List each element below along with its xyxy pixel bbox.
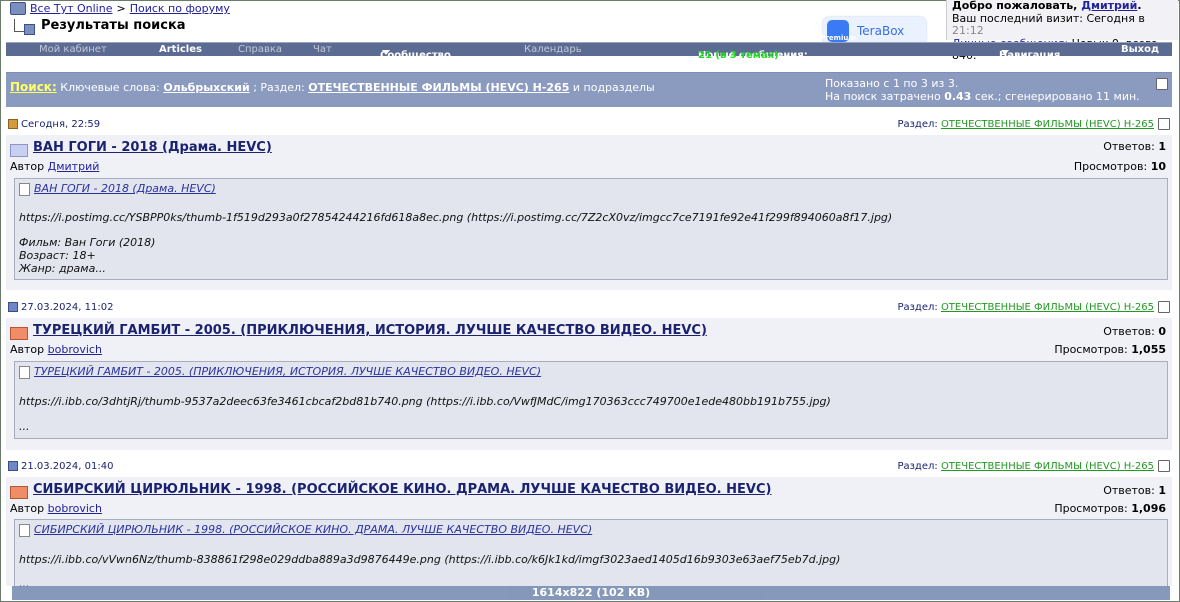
new-post-icon (8, 119, 18, 129)
post-card-1: ВАН ГОГИ - 2018 (Драма. HEVC) Автор Дмит… (6, 135, 1172, 290)
author-label: Автор (10, 502, 45, 515)
page-title: Результаты поиска (41, 18, 186, 33)
replies-count: 1 (1158, 484, 1166, 497)
hot-envelope-icon (10, 486, 28, 499)
section-label: ; Раздел: (253, 81, 305, 94)
replies-label: Ответов: (1103, 325, 1155, 338)
breadcrumb: Все Тут Online > Поиск по форуму Результ… (10, 2, 230, 35)
welcome-panel: Добро пожаловать, Дмитрий. Ваш последний… (946, 0, 1178, 62)
hot-envelope-icon (10, 327, 28, 340)
image-size-overlay: 1614x822 (102 KB) (12, 586, 1170, 600)
quote-line: Фильм: Ван Гоги (2018) (19, 236, 156, 249)
select-all-checkbox[interactable] (1156, 78, 1168, 90)
views-label: Просмотров: (1054, 343, 1128, 356)
post-meta-1: Сегодня, 22:59 Раздел: ОТЕЧЕСТВЕННЫЕ ФИЛ… (8, 118, 1172, 135)
nav-logout[interactable]: Выход (1121, 44, 1159, 55)
post-meta-2: 27.03.2024, 11:02 Раздел: ОТЕЧЕСТВЕННЫЕ … (8, 301, 1172, 318)
post-card-3: СИБИРСКИЙ ЦИРЮЛЬНИК - 1998. (РОССИЙСКОЕ … (6, 477, 1172, 590)
old-post-icon (8, 302, 18, 312)
post-select-checkbox[interactable] (1158, 301, 1170, 313)
quote-title-link[interactable]: СИБИРСКИЙ ЦИРЮЛЬНИК - 1998. (РОССИЙСКОЕ … (34, 523, 592, 536)
post-preview-quote: ТУРЕЦКИЙ ГАМБИТ - 2005. (ПРИКЛЮЧЕНИЯ, ИС… (14, 361, 1168, 439)
quote-line: https://i.ibb.co/3dhtjRj/thumb-9537a2dee… (19, 395, 831, 408)
post-select-checkbox[interactable] (1158, 460, 1170, 472)
post-title-link[interactable]: СИБИРСКИЙ ЦИРЮЛЬНИК - 1998. (РОССИЙСКОЕ … (33, 482, 771, 497)
author-label: Автор (10, 160, 45, 173)
quote-title-link[interactable]: ВАН ГОГИ - 2018 (Драма. HEVC) (34, 182, 216, 195)
quote-line: ... (19, 420, 30, 433)
author-link[interactable]: Дмитрий (48, 160, 100, 173)
author-label: Автор (10, 343, 45, 356)
post-select-checkbox[interactable] (1158, 118, 1170, 130)
quote-title-link[interactable]: ТУРЕЦКИЙ ГАМБИТ - 2005. (ПРИКЛЮЧЕНИЯ, ИС… (34, 365, 541, 378)
post-meta-3: 21.03.2024, 01:40 Раздел: ОТЕЧЕСТВЕННЫЕ … (8, 460, 1172, 477)
replies-label: Ответов: (1103, 484, 1155, 497)
subsections-text: и подразделы (572, 81, 655, 94)
post-preview-quote: СИБИРСКИЙ ЦИРЮЛЬНИК - 1998. (РОССИЙСКОЕ … (14, 519, 1168, 590)
quote-line: https://i.ibb.co/vVwn6Nz/thumb-838861f29… (19, 553, 841, 566)
views-count: 10 (1150, 160, 1166, 173)
post-title-link[interactable]: ВАН ГОГИ - 2018 (Драма. HEVC) (33, 140, 272, 155)
post-section-label: Раздел: (897, 119, 938, 130)
views-count: 1,096 (1131, 502, 1166, 515)
post-card-2: ТУРЕЦКИЙ ГАМБИТ - 2005. (ПРИКЛЮЧЕНИЯ, ИС… (6, 318, 1172, 450)
nav-articles[interactable]: Articles (159, 44, 202, 55)
post-title-link[interactable]: ТУРЕЦКИЙ ГАМБИТ - 2005. (ПРИКЛЮЧЕНИЯ, ИС… (33, 323, 707, 338)
replies-count: 1 (1158, 140, 1166, 153)
post-date: 27.03.2024, 11:02 (21, 302, 114, 313)
results-count: Показано с 1 по 3 из 3. (825, 77, 959, 90)
replies-count: 0 (1158, 325, 1166, 338)
chevron-down-icon (382, 49, 390, 55)
keywords-label: Ключевые слова: (60, 81, 160, 94)
post-preview-quote: ВАН ГОГИ - 2018 (Драма. HEVC) https://i.… (14, 178, 1168, 280)
chevron-down-icon (1001, 49, 1009, 55)
nav-help[interactable]: Справка (238, 44, 282, 55)
replies-label: Ответов: (1103, 140, 1155, 153)
post-section-label: Раздел: (897, 302, 938, 313)
breadcrumb-home-link[interactable]: Все Тут Online (30, 2, 112, 15)
search-time-value: 0.43 (944, 90, 972, 103)
search-section-link[interactable]: ОТЕЧЕСТВЕННЫЕ ФИЛЬМЫ (HEVC) H-265 (308, 81, 569, 94)
breadcrumb-separator: > (116, 2, 126, 15)
welcome-user-link[interactable]: Дмитрий (1081, 0, 1137, 12)
last-visit-time: 21:12 (952, 24, 984, 37)
forum-home-icon (10, 2, 26, 15)
tree-branch-icon (14, 19, 35, 35)
document-icon (19, 366, 30, 379)
search-label-link[interactable]: Поиск: (10, 80, 57, 94)
welcome-greeting: Добро пожаловать, (952, 0, 1078, 12)
post-section-link[interactable]: ОТЕЧЕСТВЕННЫЕ ФИЛЬМЫ (HEVC) H-265 (941, 119, 1154, 130)
nav-my-cabinet[interactable]: Мой кабинет (39, 44, 107, 55)
document-icon (19, 524, 30, 537)
main-navbar: Мой кабинет Articles Справка Чат Сообщес… (6, 42, 1172, 61)
old-post-icon (8, 461, 18, 471)
search-keyword-link[interactable]: Ольбрыхский (163, 81, 249, 94)
post-section-link[interactable]: ОТЕЧЕСТВЕННЫЕ ФИЛЬМЫ (HEVC) H-265 (941, 302, 1154, 313)
post-date: Сегодня, 22:59 (21, 119, 101, 130)
nav-calendar[interactable]: Календарь (524, 44, 582, 55)
views-count: 1,055 (1131, 343, 1166, 356)
author-link[interactable]: bobrovich (48, 343, 102, 356)
terabox-name: TeraBox (857, 24, 905, 38)
last-visit-label: Ваш последний визит: Сегодня в (952, 11, 1145, 25)
views-label: Просмотров: (1054, 502, 1128, 515)
terabox-logo-icon: Premium (820, 20, 856, 42)
post-section-label: Раздел: (897, 461, 938, 472)
search-summary-bar: Поиск: Ключевые слова: Ольбрыхский ; Раз… (6, 72, 1172, 116)
post-section-link[interactable]: ОТЕЧЕСТВЕННЫЕ ФИЛЬМЫ (HEVC) H-265 (941, 461, 1154, 472)
quote-line: Жанр: драма... (19, 262, 106, 275)
post-date: 21.03.2024, 01:40 (21, 461, 114, 472)
author-link[interactable]: bobrovich (48, 502, 102, 515)
terabox-ad[interactable]: Premium TeraBox (820, 17, 926, 45)
envelope-icon (10, 144, 28, 157)
views-label: Просмотров: (1073, 160, 1148, 173)
document-icon (19, 183, 30, 196)
nav-chat[interactable]: Чат (313, 44, 332, 55)
quote-line: https://i.postimg.cc/YSBPP0ks/thumb-1f51… (19, 211, 893, 224)
quote-line: Возраст: 18+ (19, 249, 96, 262)
breadcrumb-forum-search-link[interactable]: Поиск по форуму (130, 2, 230, 15)
search-time-label: На поиск затрачено (825, 90, 941, 103)
